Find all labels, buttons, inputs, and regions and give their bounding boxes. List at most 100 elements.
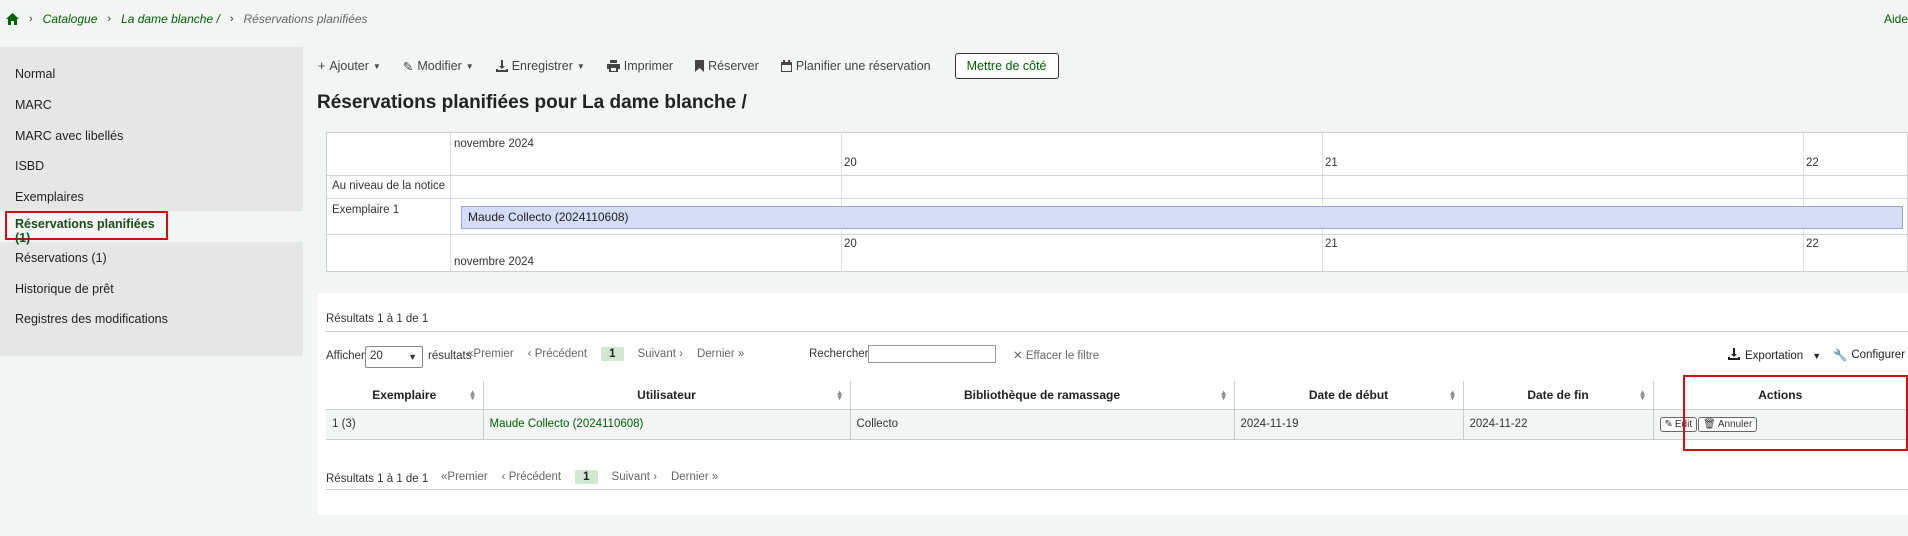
edit-label: Modifier: [417, 59, 462, 73]
sidebar-item-holds[interactable]: Réservations (1): [15, 248, 107, 268]
caret-down-icon: ▼: [1812, 350, 1822, 361]
timeline-row-record-level: Au niveau de la notice: [332, 180, 446, 192]
pager-previous[interactable]: ‹ Précédent: [528, 348, 587, 360]
divider: [326, 331, 1908, 332]
pager-next[interactable]: Suivant ›: [638, 348, 683, 360]
timeline-row-divider: [327, 234, 1907, 235]
pager-first[interactable]: «Premier: [441, 471, 488, 483]
cell-patron: Maude Collecto (2024110608): [483, 409, 851, 440]
sidebar-item-items[interactable]: Exemplaires: [15, 187, 84, 207]
column-label: Exemplaire: [372, 387, 437, 402]
breadcrumb: › Catalogue › La dame blanche / › Réserv…: [6, 10, 368, 28]
timeline-month-top: novembre 2024: [454, 138, 534, 150]
caret-down-icon: ▼: [465, 61, 474, 71]
add-label: Ajouter: [329, 59, 369, 73]
clear-filter-button[interactable]: ✕ Effacer le filtre: [1013, 348, 1099, 362]
schedule-booking-button[interactable]: Planifier une réservation: [780, 59, 931, 73]
sidebar-item-normal[interactable]: Normal: [15, 64, 55, 84]
show-label: Afficher: [326, 350, 365, 362]
toolbar: + Ajouter ▼ ✎ Modifier ▼ Enregistrer ▼ I…: [318, 52, 1059, 80]
pencil-icon: ✎: [1664, 418, 1673, 430]
save-label: Enregistrer: [511, 59, 573, 73]
bookmark-icon: [695, 60, 705, 72]
cell-item: 1 (3): [326, 409, 484, 440]
breadcrumb-catalogue[interactable]: Catalogue: [43, 12, 98, 26]
pager-next[interactable]: Suivant ›: [612, 471, 657, 483]
timeline-day-divider: [1322, 133, 1323, 271]
sidebar-item-checkout-history[interactable]: Historique de prêt: [15, 279, 114, 299]
page-size-select[interactable]: 20 ▼: [365, 346, 423, 368]
sidebar-item-marc[interactable]: MARC: [15, 95, 52, 115]
table-header-row: Exemplaire ▲ ▼ Utilisateur ▲ ▼ Bibliothèque …: [326, 381, 1908, 410]
results-panel: Résultats 1 à 1 de 1 Afficher 20 ▼ résul…: [317, 293, 1908, 515]
export-button[interactable]: Exportation ▼: [1728, 348, 1821, 363]
print-button[interactable]: Imprimer: [606, 59, 673, 73]
timeline-row-divider: [327, 198, 1907, 199]
export-label: Exportation: [1745, 349, 1804, 362]
add-button[interactable]: + Ajouter ▼: [318, 59, 381, 73]
chevron-right-icon: ›: [29, 13, 33, 25]
sort-icon: ▲ ▼: [835, 388, 844, 402]
results-summary-bottom: Résultats 1 à 1 de 1: [326, 473, 429, 485]
configure-button[interactable]: 🔧 Configurer: [1833, 348, 1905, 362]
clear-filter-label: Effacer le filtre: [1025, 350, 1100, 362]
timeline-day-divider: [841, 133, 842, 271]
sidebar-item-isbd[interactable]: ISBD: [15, 156, 44, 176]
configure-label: Configurer: [1851, 349, 1906, 361]
table-row: 1 (3) Maude Collecto (2024110608) Collec…: [326, 409, 1908, 440]
edit-button[interactable]: ✎ Modifier ▼: [403, 59, 474, 74]
pager-current[interactable]: 1: [601, 347, 624, 361]
chevron-right-icon: ›: [229, 13, 234, 25]
pager-current[interactable]: 1: [575, 470, 598, 484]
timeline-label-divider: [450, 133, 451, 271]
sidebar-item-modification-log[interactable]: Registres des modifications: [15, 309, 168, 329]
bookings-timeline: novembre 2024 20 21 22 Au niveau de la n…: [326, 132, 1908, 272]
pager-first-label: Premier: [473, 348, 514, 360]
column-header-patron[interactable]: Utilisateur ▲ ▼: [483, 381, 851, 410]
timeline-day: 20: [844, 157, 857, 169]
sort-icon: ▲ ▼: [1219, 388, 1228, 402]
column-label: Bibliothèque de ramassage: [963, 387, 1121, 402]
caret-down-icon: ▼: [576, 61, 585, 71]
page-size-value: 20: [370, 350, 383, 362]
results-label: résultats: [428, 350, 472, 362]
pager-next-label: Suivant: [611, 471, 650, 483]
timeline-row-divider: [327, 175, 1907, 176]
patron-link[interactable]: Maude Collecto (2024110608): [490, 418, 644, 430]
pager-first[interactable]: «Premier: [467, 348, 514, 360]
column-header-pickup-library[interactable]: Bibliothèque de ramassage ▲ ▼: [850, 381, 1235, 410]
cell-end-date: 2024-11-22: [1463, 409, 1654, 440]
calendar-icon: [780, 60, 792, 72]
column-label: Utilisateur: [637, 387, 696, 402]
pager-previous[interactable]: ‹ Précédent: [502, 471, 561, 483]
column-header-item[interactable]: Exemplaire ▲ ▼: [326, 381, 484, 410]
save-button[interactable]: Enregistrer ▼: [495, 59, 585, 73]
breadcrumb-record[interactable]: La dame blanche /: [121, 12, 220, 26]
timeline-booking-bar[interactable]: Maude Collecto (2024110608): [461, 206, 1903, 229]
column-header-end-date[interactable]: Date de fin ▲ ▼: [1463, 381, 1654, 410]
pager-last-label: Dernier: [670, 471, 709, 483]
set-aside-button[interactable]: Mettre de côté: [954, 53, 1059, 79]
sidebar-item-bookings[interactable]: Réservations planifiées (1): [5, 211, 168, 245]
breadcrumb-current: Réservations planifiées: [243, 12, 368, 26]
column-label: Date de début: [1308, 387, 1389, 402]
column-header-start-date[interactable]: Date de début ▲ ▼: [1234, 381, 1464, 410]
pager-last[interactable]: Dernier »: [671, 471, 718, 483]
timeline-day: 22: [1806, 157, 1819, 169]
timeline-day: 21: [1325, 238, 1338, 250]
place-hold-button[interactable]: Réserver: [695, 59, 759, 73]
pager-last-label: Dernier: [696, 348, 735, 360]
help-link[interactable]: Aide: [1884, 12, 1908, 26]
caret-down-icon: ▼: [372, 61, 381, 71]
home-icon[interactable]: [6, 13, 19, 25]
chevron-right-icon: ›: [107, 13, 112, 25]
search-label: Rechercher :: [809, 348, 875, 360]
page-title: Réservations planifiées pour La dame bla…: [317, 92, 747, 113]
timeline-day: 22: [1806, 238, 1819, 250]
download-icon: [1728, 348, 1740, 363]
sidebar-item-marc-labels[interactable]: MARC avec libellés: [15, 126, 123, 146]
pager-last[interactable]: Dernier »: [697, 348, 744, 360]
search-input[interactable]: [868, 345, 996, 363]
schedule-booking-label: Planifier une réservation: [795, 59, 931, 73]
results-summary-top: Résultats 1 à 1 de 1: [326, 313, 429, 325]
